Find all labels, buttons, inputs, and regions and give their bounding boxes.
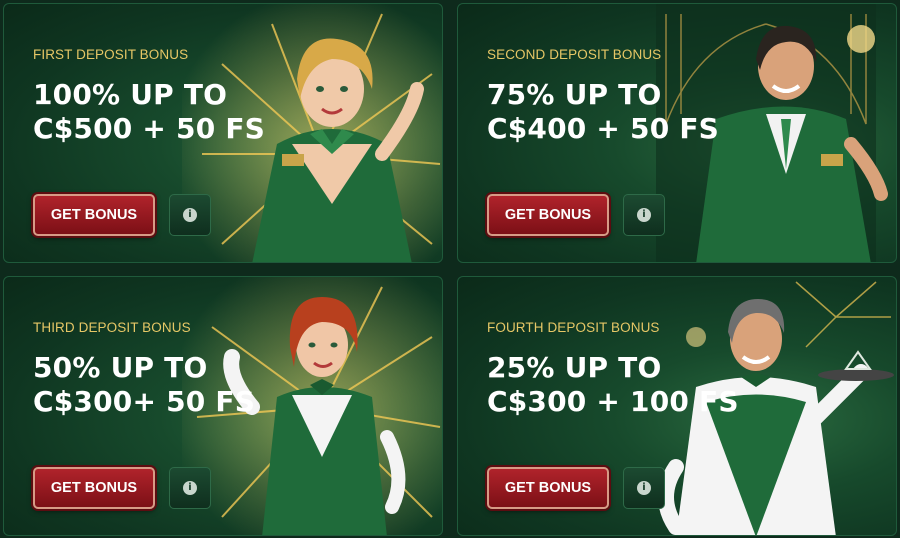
info-button[interactable]: i <box>623 467 665 509</box>
bonus-headline: 75% UP TO C$400 + 50 FS <box>487 78 720 145</box>
bonus-eyebrow: SECOND DEPOSIT BONUS <box>487 47 662 62</box>
get-bonus-button[interactable]: GET BONUS <box>487 194 609 236</box>
bonus-headline: 25% UP TO C$300 + 100 FS <box>487 351 739 418</box>
bonus-card-first: FIRST DEPOSIT BONUS 100% UP TO C$500 + 5… <box>3 3 443 263</box>
bonus-eyebrow: FOURTH DEPOSIT BONUS <box>487 320 660 335</box>
bonus-headline: 100% UP TO C$500 + 50 FS <box>33 78 266 145</box>
info-icon: i <box>637 208 651 222</box>
get-bonus-button[interactable]: GET BONUS <box>487 467 609 509</box>
bonus-eyebrow: FIRST DEPOSIT BONUS <box>33 47 189 62</box>
bonus-card-fourth: FOURTH DEPOSIT BONUS 25% UP TO C$300 + 1… <box>457 276 897 536</box>
info-icon: i <box>183 208 197 222</box>
info-icon: i <box>183 481 197 495</box>
bonus-eyebrow: THIRD DEPOSIT BONUS <box>33 320 191 335</box>
bonus-grid: FIRST DEPOSIT BONUS 100% UP TO C$500 + 5… <box>0 0 900 538</box>
bonus-card-second: SECOND DEPOSIT BONUS 75% UP TO C$400 + 5… <box>457 3 897 263</box>
get-bonus-button[interactable]: GET BONUS <box>33 194 155 236</box>
info-button[interactable]: i <box>623 194 665 236</box>
info-button[interactable]: i <box>169 467 211 509</box>
info-button[interactable]: i <box>169 194 211 236</box>
bonus-headline: 50% UP TO C$300+ 50 FS <box>33 351 256 418</box>
get-bonus-button[interactable]: GET BONUS <box>33 467 155 509</box>
info-icon: i <box>637 481 651 495</box>
bonus-card-third: THIRD DEPOSIT BONUS 50% UP TO C$300+ 50 … <box>3 276 443 536</box>
